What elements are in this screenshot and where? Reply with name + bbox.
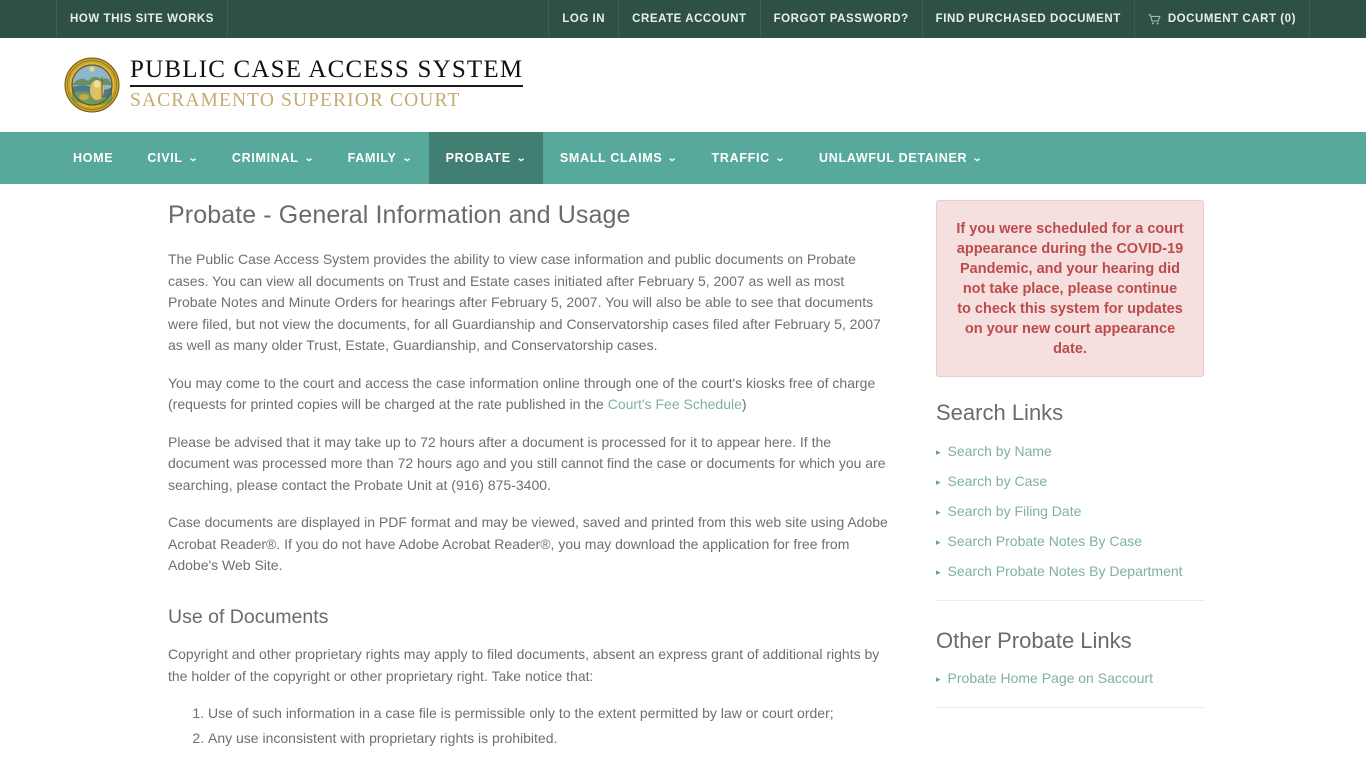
- chevron-down-icon: ⌄: [303, 153, 315, 164]
- top-utility-bar: HOW THIS SITE WORKS LOG IN CREATE ACCOUN…: [0, 0, 1366, 38]
- california-state-seal-icon: [64, 57, 120, 113]
- paragraph-processing-delay: Please be advised that it may take up to…: [168, 433, 886, 493]
- nav-item-traffic[interactable]: TRAFFIC ⌄: [695, 132, 802, 184]
- chevron-down-icon: ⌄: [515, 153, 527, 164]
- page-title: Probate - General Information and Usage: [168, 201, 631, 229]
- nav-item-label: FAMILY: [347, 151, 397, 165]
- topbar-link-find-purchased-document[interactable]: FIND PURCHASED DOCUMENT: [923, 0, 1135, 38]
- topbar-link-label: FIND PURCHASED DOCUMENT: [935, 13, 1121, 25]
- arrow-right-icon: ▸: [936, 446, 941, 457]
- topbar-left-group: HOW THIS SITE WORKS: [56, 0, 228, 38]
- nav-item-civil[interactable]: CIVIL ⌄: [130, 132, 215, 184]
- nav-item-label: PROBATE: [445, 151, 511, 165]
- search-links-title: Search Links: [936, 400, 1064, 425]
- topbar-link-forgot-password[interactable]: FORGOT PASSWORD?: [761, 0, 923, 38]
- search-links-block: Search Links ▸ Search by Name ▸ Search b…: [936, 399, 1204, 580]
- arrow-right-icon: ▸: [936, 506, 941, 517]
- search-link-probate-notes-by-case[interactable]: Search Probate Notes By Case: [948, 532, 1143, 550]
- paragraph-kiosk-access: You may come to the court and access the…: [168, 373, 896, 416]
- sidebar-divider-bottom: [936, 707, 1204, 709]
- list-item: ▸ Search by Name: [936, 442, 1204, 460]
- paragraph-text-after-link: ): [741, 396, 747, 413]
- nav-item-label: UNLAWFUL DETAINER: [819, 151, 968, 165]
- page-body: Probate - General Information and Usage …: [56, 184, 1310, 768]
- paragraph-overview: The Public Case Access System provides t…: [168, 251, 881, 354]
- paragraph-pdf-format: Case documents are displayed in PDF form…: [168, 514, 888, 574]
- other-links-list: ▸ Probate Home Page on Saccourt: [936, 669, 1204, 687]
- nav-item-label: HOME: [73, 151, 114, 165]
- paragraph-copyright: Copyright and other proprietary rights m…: [168, 646, 880, 684]
- list-item: Any use inconsistent with proprietary ri…: [208, 728, 896, 750]
- nav-item-unlawful-detainer[interactable]: UNLAWFUL DETAINER ⌄: [802, 132, 999, 184]
- search-link-by-case[interactable]: Search by Case: [948, 472, 1048, 490]
- list-item: ▸ Probate Home Page on Saccourt: [936, 669, 1204, 687]
- chevron-down-icon: ⌄: [667, 153, 679, 164]
- covid-notice-banner: If you were scheduled for a court appear…: [936, 200, 1204, 377]
- section-title-use-of-documents: Use of Documents: [168, 605, 329, 628]
- chevron-down-icon: ⌄: [187, 153, 199, 164]
- chevron-down-icon: ⌄: [972, 153, 984, 164]
- nav-item-small-claims[interactable]: SMALL CLAIMS ⌄: [543, 132, 695, 184]
- arrow-right-icon: ▸: [936, 476, 941, 487]
- search-links-list: ▸ Search by Name ▸ Search by Case ▸ Sear…: [936, 442, 1204, 580]
- court-fee-schedule-link[interactable]: Court's Fee Schedule: [608, 396, 742, 412]
- topbar-link-label: LOG IN: [562, 13, 606, 25]
- list-item: ▸ Search Probate Notes By Case: [936, 532, 1204, 550]
- nav-item-home[interactable]: HOME: [56, 132, 130, 184]
- right-sidebar: If you were scheduled for a court appear…: [936, 200, 1310, 768]
- search-link-probate-notes-by-department[interactable]: Search Probate Notes By Department: [948, 562, 1183, 580]
- list-item: ▸ Search Probate Notes By Department: [936, 562, 1204, 580]
- topbar-link-label: HOW THIS SITE WORKS: [70, 13, 214, 25]
- other-links-title: Other Probate Links: [936, 627, 1132, 653]
- list-item: ▸ Search by Filing Date: [936, 502, 1204, 520]
- nav-item-probate[interactable]: PROBATE ⌄: [428, 132, 543, 184]
- topbar-link-label: FORGOT PASSWORD?: [773, 13, 909, 25]
- chevron-down-icon: ⌄: [401, 153, 413, 164]
- nav-item-label: SMALL CLAIMS: [559, 151, 663, 165]
- brand-text-block: PUBLIC CASE ACCESS SYSTEM SACRAMENTO SUP…: [130, 56, 524, 114]
- topbar-link-label: DOCUMENT CART (0): [1167, 13, 1296, 25]
- search-link-by-name[interactable]: Search by Name: [948, 442, 1052, 460]
- paragraph-text-before-link: You may come to the court and access the…: [168, 374, 876, 413]
- main-content: Probate - General Information and Usage …: [56, 200, 936, 768]
- nav-item-label: TRAFFIC: [711, 151, 770, 165]
- other-link-probate-home-page[interactable]: Probate Home Page on Saccourt: [948, 669, 1153, 687]
- site-title: PUBLIC CASE ACCESS SYSTEM: [130, 56, 524, 87]
- use-of-documents-list: Use of such information in a case file i…: [168, 703, 896, 749]
- chevron-down-icon: ⌄: [774, 153, 787, 164]
- other-probate-links-block: Other Probate Links ▸ Probate Home Page …: [936, 601, 1204, 688]
- arrow-right-icon: ▸: [936, 674, 941, 685]
- arrow-right-icon: ▸: [936, 566, 941, 577]
- topbar-link-how-this-site-works[interactable]: HOW THIS SITE WORKS: [56, 0, 228, 38]
- arrow-right-icon: ▸: [936, 536, 941, 547]
- search-link-by-filing-date[interactable]: Search by Filing Date: [948, 502, 1082, 520]
- nav-item-label: CRIMINAL: [231, 151, 299, 165]
- topbar-link-create-account[interactable]: CREATE ACCOUNT: [619, 0, 761, 38]
- shopping-cart-icon: [1148, 13, 1161, 25]
- nav-item-label: CIVIL: [147, 151, 183, 165]
- list-item: Use of such information in a case file i…: [208, 703, 896, 725]
- topbar-link-document-cart[interactable]: DOCUMENT CART (0): [1135, 0, 1310, 38]
- topbar-right-group: LOG IN CREATE ACCOUNT FORGOT PASSWORD? F…: [548, 0, 1310, 38]
- brand-header: PUBLIC CASE ACCESS SYSTEM SACRAMENTO SUP…: [0, 38, 1366, 132]
- nav-item-family[interactable]: FAMILY ⌄: [331, 132, 429, 184]
- main-navigation: HOME CIVIL ⌄ CRIMINAL ⌄ FAMILY ⌄ PROBATE…: [0, 132, 1366, 184]
- site-subtitle: SACRAMENTO SUPERIOR COURT: [130, 89, 461, 111]
- topbar-link-label: CREATE ACCOUNT: [632, 13, 747, 25]
- topbar-link-log-in[interactable]: LOG IN: [548, 0, 620, 38]
- nav-item-criminal[interactable]: CRIMINAL ⌄: [215, 132, 331, 184]
- list-item: ▸ Search by Case: [936, 472, 1204, 490]
